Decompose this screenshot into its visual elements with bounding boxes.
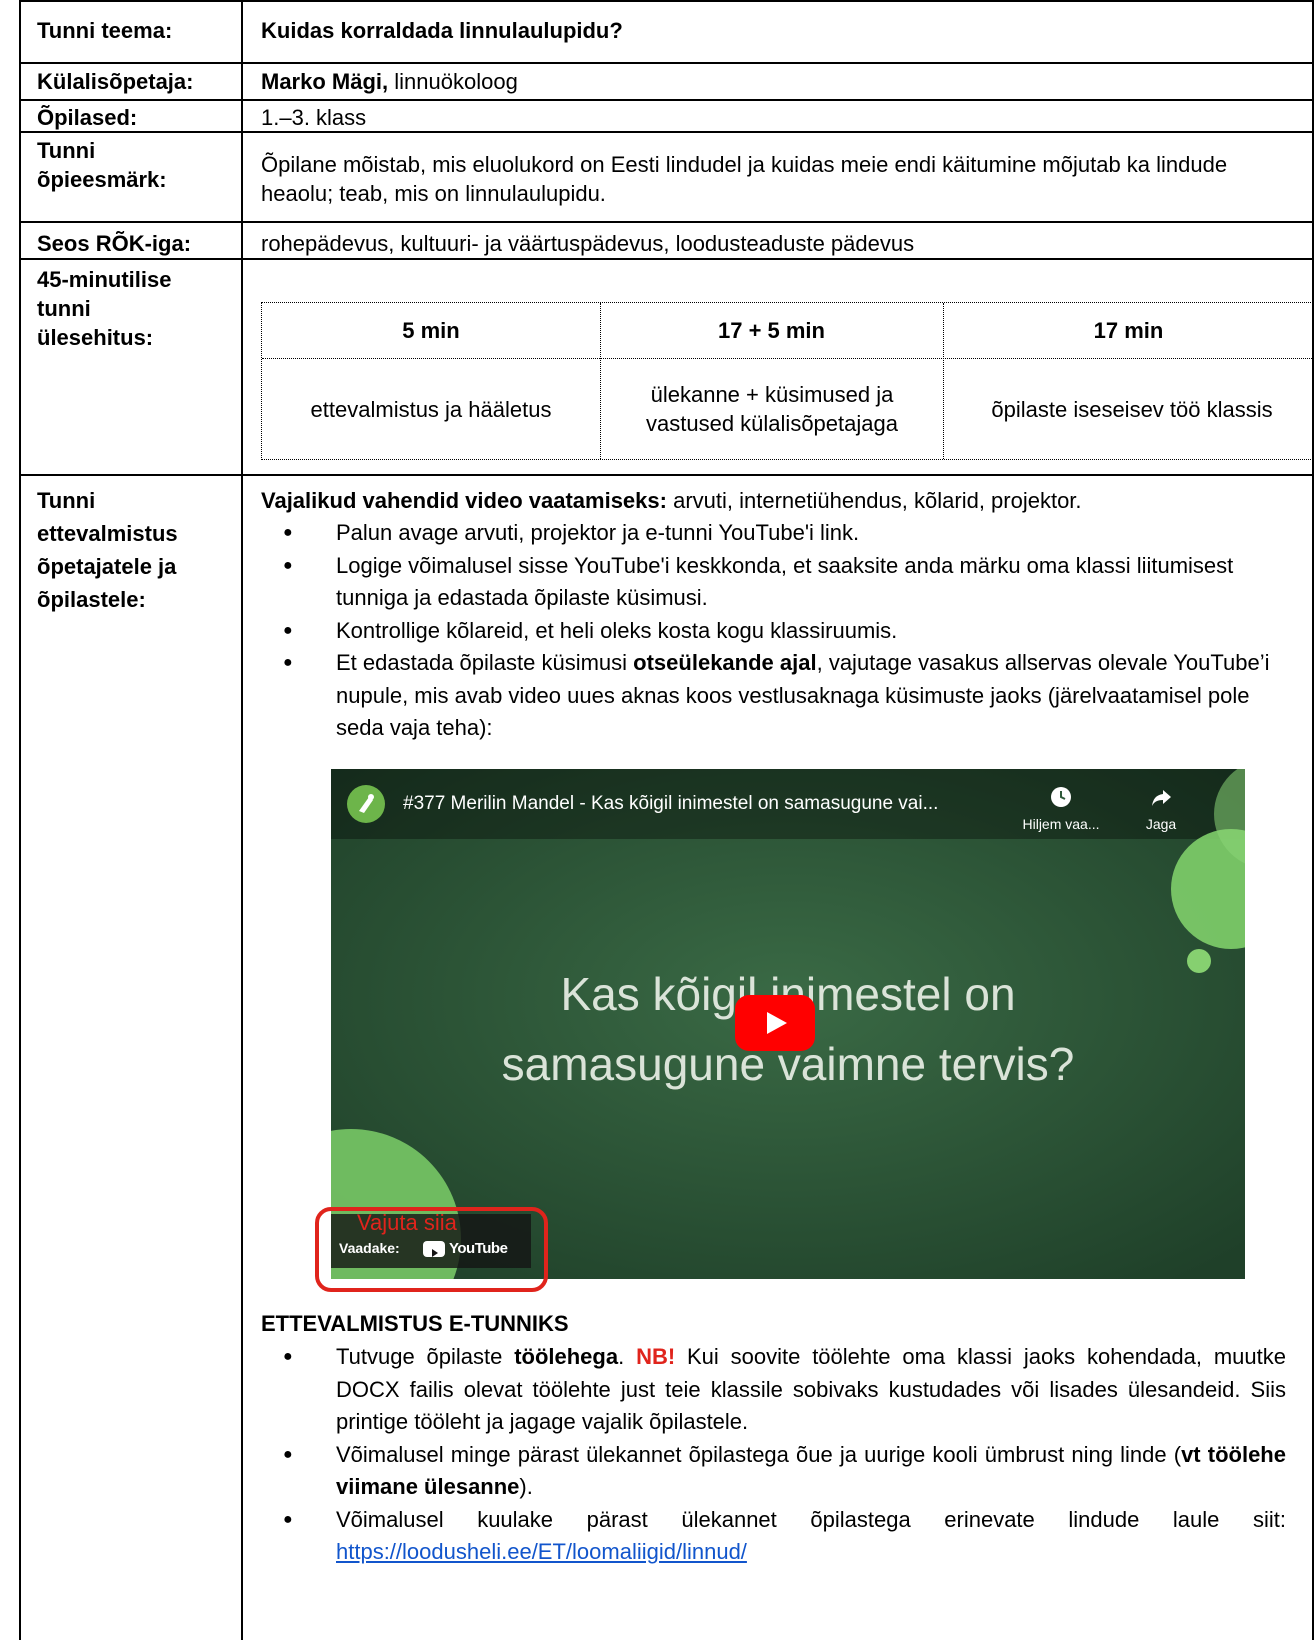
- lesson-topic: Kuidas korraldada linnulaulupidu?: [261, 18, 623, 43]
- guest-teacher: Marko Mägi, linnuökoloog: [261, 67, 1291, 96]
- share-label: Jaga: [1145, 816, 1177, 832]
- list-item: ● Võimalusel minge pärast ülekannet õpila…: [283, 1441, 1286, 1500]
- schedule-time: 17 + 5 min: [717, 318, 825, 343]
- label-lesson-structure: 45-minutilise tunni ülesehitus:: [37, 267, 172, 350]
- label-learning-goal: Tunni õpieesmärk:: [37, 138, 167, 192]
- schedule-time: 17 min: [1093, 318, 1164, 343]
- equipment-line: Vajalikud vahendid video vaatamiseks: ar…: [261, 488, 1082, 513]
- share-button[interactable]: Jaga: [1131, 785, 1191, 833]
- schedule-activity: ülekanne + küsimused ja vastused külalis…: [646, 382, 898, 436]
- bird-sounds-link[interactable]: https://loodusheli.ee/ET/loomaliigid/lin…: [336, 1539, 747, 1564]
- list-item: ● Et edastada õpilaste küsimusi otseüleka…: [283, 650, 1270, 740]
- table-border-left: [19, 0, 21, 1640]
- guest-teacher-name: Marko Mägi,: [261, 69, 389, 94]
- list-item: ● Võimalusel kuulake pärast ülekannet õpi…: [283, 1506, 1286, 1565]
- schedule-activity: õpilaste iseseisev töö klassis: [991, 396, 1273, 422]
- row-divider: [19, 0, 1314, 2]
- schedule-activity: ettevalmistus ja hääletus: [310, 396, 552, 422]
- video-title[interactable]: #377 Merilin Mandel - Kas kõigil inimest…: [403, 793, 938, 815]
- play-icon: [767, 1012, 787, 1034]
- label-teema: Tunni teema:: [37, 18, 173, 43]
- preparation-list: ● Palun avage arvuti, projektor ja e-tunn…: [261, 517, 1286, 745]
- row-divider: [19, 99, 1314, 101]
- share-arrow-icon: [1152, 790, 1171, 806]
- schedule-time: 5 min: [402, 318, 460, 343]
- highlight-outline: [315, 1207, 548, 1292]
- label-students: Õpilased:: [37, 105, 138, 130]
- list-item: ● Tutvuge õpilaste töölehega. NB! Kui soo…: [283, 1344, 1286, 1434]
- list-item: ● Logige võimalusel sisse YouTube'i keskk…: [283, 552, 1234, 611]
- watch-later-label: Hiljem vaa...: [1022, 816, 1100, 832]
- table-column-divider: [241, 0, 243, 1640]
- guest-teacher-role: linnuökoloog: [388, 69, 518, 94]
- schedule-table: 5 min 17 + 5 min 17 min ettevalmistus ja…: [261, 302, 1314, 460]
- label-guest-teacher: Külalisõpetaja:: [37, 69, 194, 94]
- row-divider: [19, 474, 1314, 476]
- section-title: ETTEVALMISTUS E-TUNNIKS: [261, 1311, 569, 1336]
- list-item: ● Kontrollige kõlareid, et heli oleks kos…: [283, 617, 898, 643]
- curriculum-link: rohepädevus, kultuuri- ja väärtuspädevus…: [261, 231, 915, 256]
- channel-logo-icon[interactable]: [347, 785, 385, 823]
- play-button[interactable]: [735, 995, 815, 1051]
- youtube-video-embed[interactable]: #377 Merilin Mandel - Kas kõigil inimest…: [331, 769, 1245, 1279]
- row-divider: [19, 221, 1314, 223]
- label-preparation: Tunni ettevalmistus õpetajatele ja õpila…: [37, 488, 178, 612]
- students-grade: 1.–3. klass: [261, 105, 367, 130]
- learning-goal: Õpilane mõistab, mis eluolukord on Eesti…: [261, 152, 1228, 206]
- list-item: ● Palun avage arvuti, projektor ja e-tunn…: [283, 520, 860, 545]
- label-curriculum-link: Seos RÕK-iga:: [37, 231, 192, 256]
- row-divider: [19, 258, 1314, 260]
- row-divider: [19, 62, 1314, 64]
- watch-later-button[interactable]: Hiljem vaa...: [1011, 785, 1111, 833]
- e-lesson-prep-list: ● Tutvuge õpilaste töölehega. NB! Kui soo…: [261, 1341, 1286, 1569]
- clock-icon: [1051, 787, 1071, 807]
